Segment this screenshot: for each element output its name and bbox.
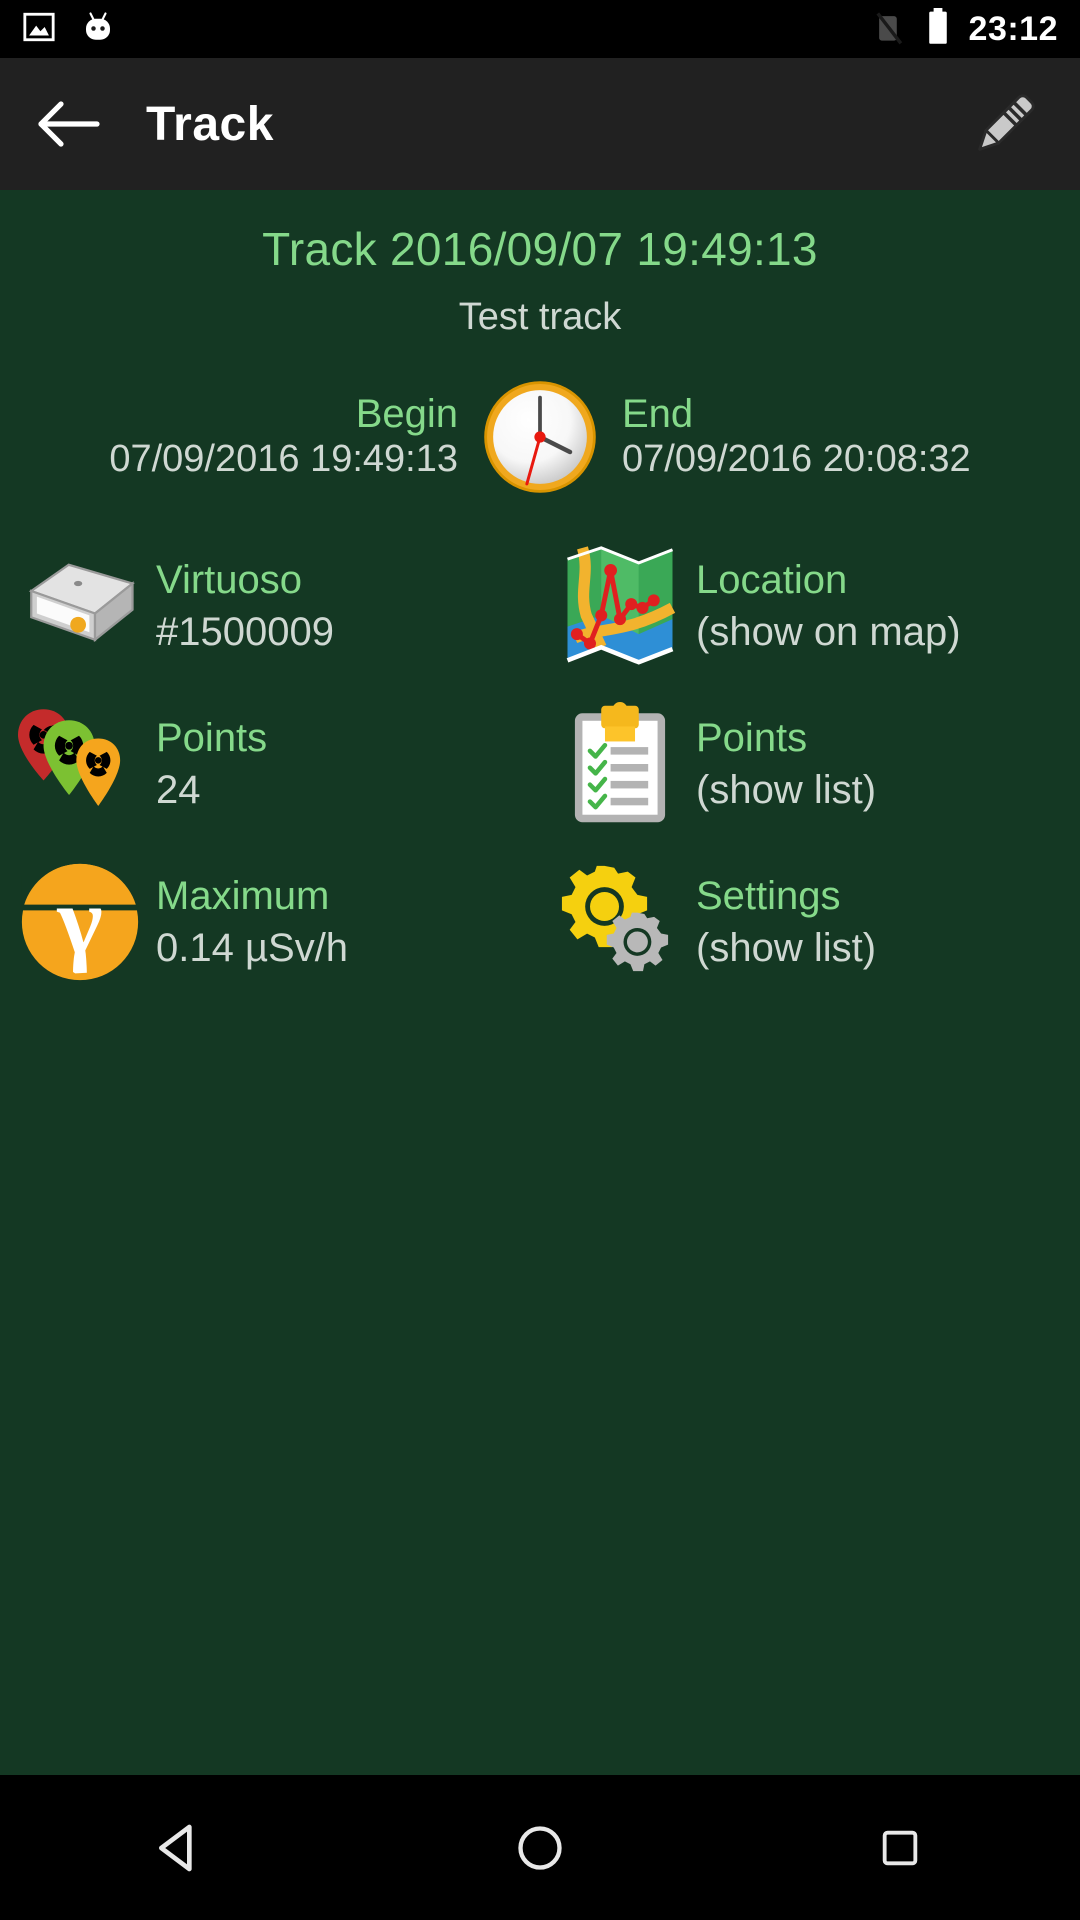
gamma-icon: γ xyxy=(18,860,142,984)
radiation-pins-icon xyxy=(18,702,142,826)
info-row-3: γ Maximum 0.14 µSv/h Settings (show list… xyxy=(0,843,1080,1001)
info-title: Maximum xyxy=(156,874,330,918)
track-detail-content: Track 2016/09/07 19:49:13 Test track Beg… xyxy=(0,190,1080,1775)
info-cell-maximum[interactable]: γ Maximum 0.14 µSv/h xyxy=(0,843,540,1001)
nav-back-icon[interactable] xyxy=(105,1775,255,1920)
device-box-icon xyxy=(18,544,142,668)
info-value: (show list) xyxy=(696,926,877,970)
end-label: End xyxy=(622,392,694,437)
info-cell-device[interactable]: Virtuoso #1500009 xyxy=(0,527,540,685)
info-row-1: Virtuoso #1500009 Location (show on map) xyxy=(0,527,1080,685)
clock-icon xyxy=(480,377,600,497)
end-block: End 07/09/2016 20:08:32 xyxy=(600,392,1050,482)
pencil-edit-icon[interactable] xyxy=(960,79,1050,169)
info-value: (show list) xyxy=(696,768,877,812)
info-title: Virtuoso xyxy=(156,558,303,602)
info-title: Location xyxy=(696,558,848,602)
page-title: Track xyxy=(146,97,274,151)
signal-off-icon xyxy=(873,8,907,51)
info-cell-points-list[interactable]: Points (show list) xyxy=(540,685,1080,843)
map-icon xyxy=(558,544,682,668)
svg-text:γ: γ xyxy=(56,867,102,974)
begin-value: 07/09/2016 19:49:13 xyxy=(109,437,458,480)
image-icon xyxy=(22,10,56,49)
track-title: Track 2016/09/07 19:49:13 xyxy=(262,223,818,275)
info-value: (show on map) xyxy=(696,610,961,654)
info-value: #1500009 xyxy=(156,610,334,654)
android-bugdroid-icon xyxy=(80,9,116,50)
info-title: Points xyxy=(696,716,808,760)
info-value: 24 xyxy=(156,768,201,812)
info-value: 0.14 µSv/h xyxy=(156,926,349,970)
info-cell-text: Virtuoso #1500009 xyxy=(156,556,334,656)
end-value: 07/09/2016 20:08:32 xyxy=(622,437,971,480)
nav-recents-icon[interactable] xyxy=(825,1775,975,1920)
info-title: Settings xyxy=(696,874,841,918)
battery-full-icon xyxy=(925,7,951,51)
info-cell-text: Points 24 xyxy=(156,714,267,814)
info-cell-location[interactable]: Location (show on map) xyxy=(540,527,1080,685)
track-subtitle: Test track xyxy=(458,296,622,338)
info-cell-text: Settings (show list) xyxy=(696,872,876,972)
status-bar-right-icons: 23:12 xyxy=(873,7,1058,51)
phone-screen: 23:12 Track Track 2016/09/07 19:49:13 Te… xyxy=(0,0,1080,1920)
info-cell-settings[interactable]: Settings (show list) xyxy=(540,843,1080,1001)
info-row-2: Points 24 Points (show list) xyxy=(0,685,1080,843)
system-navigation-bar xyxy=(0,1775,1080,1920)
status-bar-left-icons xyxy=(22,9,116,50)
back-arrow-icon[interactable] xyxy=(30,85,108,163)
begin-block: Begin 07/09/2016 19:49:13 xyxy=(30,392,480,482)
gears-icon xyxy=(558,860,682,984)
begin-label: Begin xyxy=(355,392,458,437)
info-cell-text: Location (show on map) xyxy=(696,556,961,656)
info-cell-text: Points (show list) xyxy=(696,714,876,814)
nav-home-icon[interactable] xyxy=(465,1775,615,1920)
info-cell-text: Maximum 0.14 µSv/h xyxy=(156,872,348,972)
track-time-range: Begin 07/09/2016 19:49:13 End 07/09/2016… xyxy=(0,377,1080,497)
info-grid: Virtuoso #1500009 Location (show on map)… xyxy=(0,527,1080,1001)
status-bar-clock: 23:12 xyxy=(968,9,1058,48)
info-title: Points xyxy=(156,716,268,760)
app-bar: Track xyxy=(0,58,1080,190)
info-cell-points-count[interactable]: Points 24 xyxy=(0,685,540,843)
status-bar: 23:12 xyxy=(0,0,1080,58)
clipboard-icon xyxy=(558,702,682,826)
